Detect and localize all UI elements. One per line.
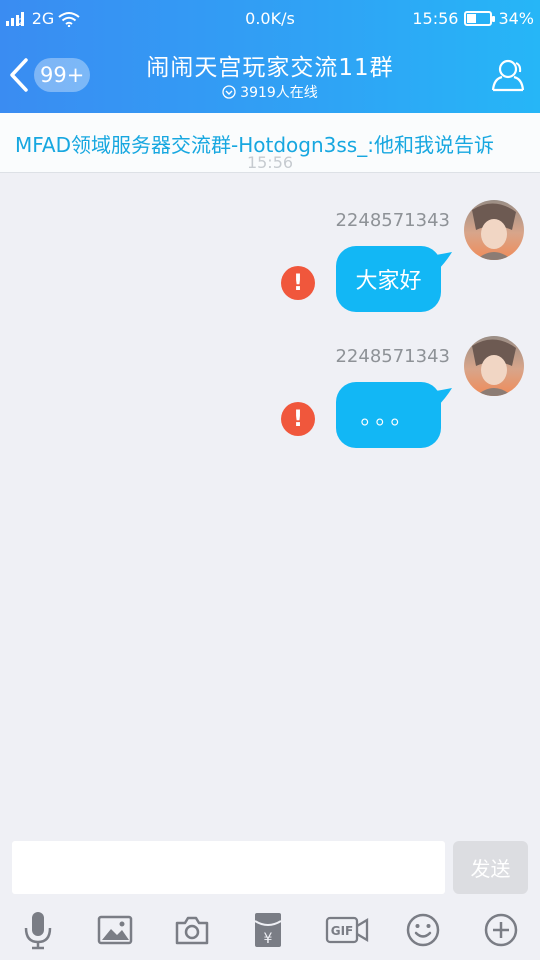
message-input[interactable] (12, 841, 445, 894)
red-packet-icon[interactable]: ¥ (248, 905, 288, 955)
user-icon (491, 59, 525, 92)
status-right: 15:56 34% (412, 9, 534, 28)
online-count: 3919人在线 (240, 85, 318, 101)
chat-message: 2248571343 ! 。。。 (0, 336, 540, 466)
emoji-icon[interactable] (403, 905, 443, 955)
message-bubble[interactable]: 大家好 (336, 246, 441, 312)
send-button[interactable]: 发送 (453, 841, 528, 894)
header-bar: 2 2G 0.0K/s 15:56 34% 99+ 闹闹天宫玩家交流11群 39… (0, 0, 540, 113)
sender-id: 2248571343 (335, 210, 450, 231)
clock: 15:56 (412, 9, 459, 28)
group-title[interactable]: 闹闹天宫玩家交流11群 (0, 48, 540, 82)
battery-icon (464, 11, 496, 26)
avatar[interactable] (464, 336, 524, 396)
plus-icon[interactable] (481, 905, 521, 955)
send-failed-icon[interactable]: ! (281, 402, 315, 436)
camera-icon[interactable] (172, 905, 212, 955)
yuan-symbol: ¥ (264, 931, 273, 947)
mic-icon[interactable] (18, 905, 58, 955)
sender-id: 2248571343 (335, 346, 450, 367)
chat-toolbar: ¥ GIF (0, 905, 540, 955)
send-failed-icon[interactable]: ! (281, 266, 315, 300)
chevron-circle-icon (222, 85, 236, 99)
chat-message: 2248571343 ! 大家好 (0, 200, 540, 330)
image-icon[interactable] (95, 905, 135, 955)
input-bar: 发送 (0, 841, 540, 896)
battery-percent: 34% (498, 9, 534, 28)
online-status: 3919人在线 (0, 82, 540, 102)
message-bubble[interactable]: 。。。 (336, 382, 441, 448)
chat-timestamp: 15:56 (246, 153, 294, 172)
status-bar: 2 2G 0.0K/s 15:56 34% (0, 0, 540, 38)
group-members-button[interactable] (488, 55, 528, 95)
gif-label: GIF (331, 924, 354, 938)
gif-icon[interactable]: GIF (325, 905, 369, 955)
avatar[interactable] (464, 200, 524, 260)
